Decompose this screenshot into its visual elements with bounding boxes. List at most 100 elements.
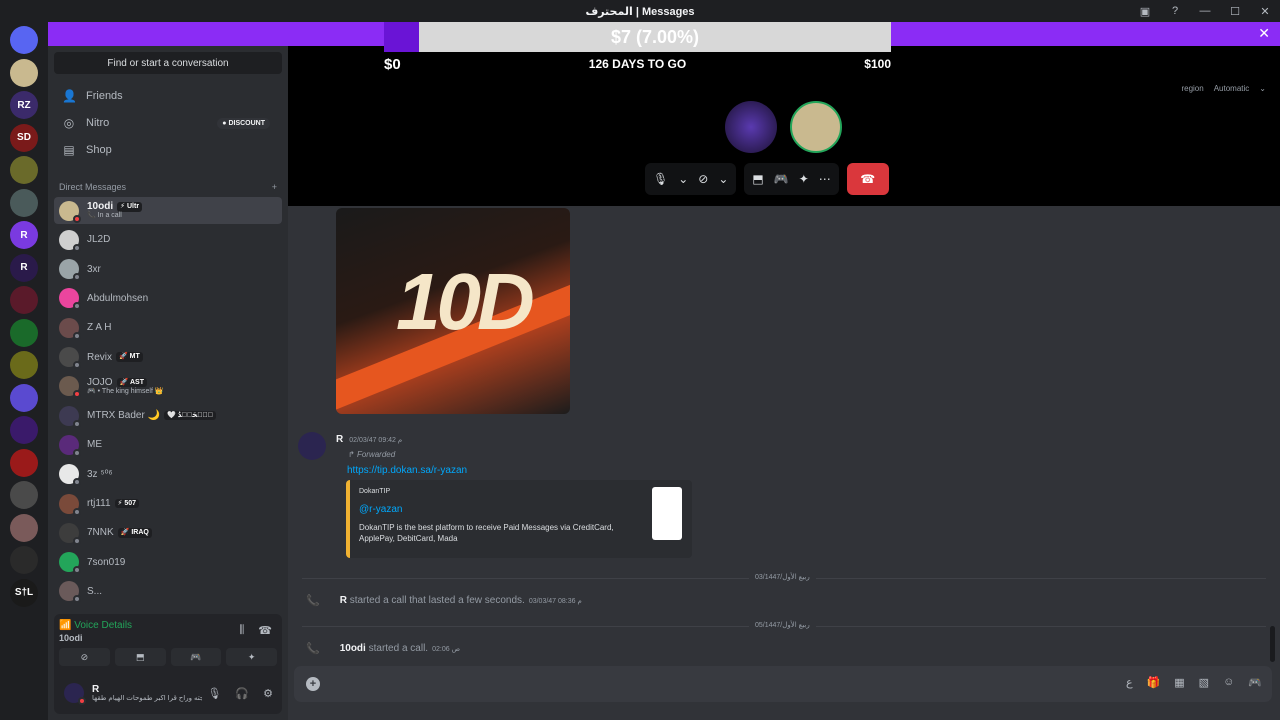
minimize-button[interactable]: —	[1190, 5, 1220, 17]
server-icon[interactable]	[10, 156, 38, 184]
attachment-image[interactable]: 10D	[336, 208, 570, 414]
activity-icon[interactable]: 🎮	[774, 172, 789, 186]
dm-item[interactable]: JOJO 🚀 AST 🎮 • The king himself 👑	[54, 373, 282, 400]
status-indicator	[73, 361, 81, 369]
goal-progress-text: $7 (7.00%)	[419, 22, 891, 52]
close-window-button[interactable]: ✕	[1250, 5, 1280, 18]
screen-share-icon[interactable]: ⬒	[752, 172, 763, 186]
dm-item[interactable]: Revix 🚀 MT	[54, 344, 282, 371]
apps-icon[interactable]: 🎮	[1248, 676, 1262, 689]
server-icon[interactable]	[10, 58, 38, 87]
settings-gear-icon[interactable]: ⚙	[263, 687, 273, 700]
embed-title[interactable]: @r-yazan	[359, 504, 403, 515]
activity-button[interactable]: 🎮	[170, 648, 222, 666]
status-indicator	[73, 448, 81, 457]
server-icon[interactable]: SD	[10, 123, 38, 152]
disconnect-icon[interactable]: ☎	[258, 624, 272, 637]
mic-icon[interactable]: 🎙	[653, 172, 668, 186]
message-avatar[interactable]	[298, 432, 326, 460]
user-avatar[interactable]	[64, 683, 86, 705]
help-icon[interactable]: ?	[1160, 5, 1190, 17]
friends-icon: 👤	[62, 89, 77, 103]
goal-progress-fill	[384, 22, 419, 52]
nav-friends[interactable]: 👤 Friends	[54, 84, 282, 108]
server-icon[interactable]	[10, 383, 38, 412]
server-icon[interactable]: R	[10, 221, 38, 249]
dm-name: MTRX Bader 🌙	[87, 410, 161, 422]
status-indicator	[73, 419, 81, 428]
server-icon[interactable]	[10, 481, 38, 509]
user-panel: R من لقد حاجته وراح قرا اكبر طموحات الهي…	[59, 676, 277, 710]
gif-icon[interactable]: ▦	[1174, 676, 1184, 689]
server-icon[interactable]	[10, 318, 38, 347]
dm-name: JL2D	[87, 234, 111, 246]
server-icon[interactable]	[10, 546, 38, 574]
server-icon[interactable]: RZ	[10, 91, 38, 119]
camera-off-icon[interactable]: ⊘	[698, 172, 708, 186]
dm-name: ME	[87, 439, 102, 451]
screen-share-button[interactable]: ⬒	[114, 648, 166, 666]
sticker-icon[interactable]: ▧	[1199, 676, 1209, 689]
camera-off-button[interactable]: ⊘	[59, 648, 110, 666]
dm-item[interactable]: 3xr	[54, 256, 282, 283]
noise-suppression-icon[interactable]: ⫼	[239, 624, 244, 637]
find-conversation-button[interactable]: Find or start a conversation	[54, 52, 282, 74]
dm-item[interactable]: Abdulmohsen	[54, 285, 282, 312]
dm-name: rtj111	[87, 498, 111, 509]
server-icon[interactable]	[10, 351, 38, 379]
dm-name: Z A H	[87, 322, 112, 334]
nav-shop[interactable]: ▤ Shop	[54, 138, 282, 162]
server-icon[interactable]: S†L	[10, 578, 38, 607]
server-icon[interactable]	[10, 416, 38, 444]
keyboard-icon[interactable]: ع	[1126, 676, 1133, 689]
dm-item[interactable]: Z A H	[54, 314, 282, 341]
dm-item[interactable]: rtj111 ⚡ 507	[54, 490, 282, 517]
emoji-icon[interactable]: ☺	[1223, 676, 1234, 689]
region-selector[interactable]: region Automatic ⌄	[1181, 84, 1266, 93]
dm-item[interactable]: ME	[54, 431, 282, 458]
phone-icon: 📞	[306, 643, 320, 655]
chevron-down-icon[interactable]: ⌄	[718, 172, 728, 186]
scrollbar[interactable]	[1270, 626, 1275, 662]
message-author[interactable]: R	[336, 434, 343, 445]
call-area: $7 (7.00%) $0 126 DAYS TO GO $100 region…	[288, 22, 1280, 206]
voice-details-link[interactable]: 📶 Voice Details	[59, 620, 132, 631]
avatar	[59, 347, 81, 369]
message-link[interactable]: https://tip.dokan.sa/r-yazan	[347, 465, 467, 476]
maximize-button[interactable]: ☐	[1220, 5, 1250, 18]
avatar	[59, 581, 81, 604]
dm-item[interactable]: S...	[54, 578, 282, 605]
server-icon[interactable]	[10, 513, 38, 542]
nav-nitro[interactable]: ◎ Nitro ● DISCOUNT	[54, 111, 282, 135]
soundboard-button[interactable]: ✦	[226, 648, 277, 666]
chevron-down-icon[interactable]: ⌄	[678, 172, 688, 186]
discord-home-icon[interactable]	[10, 26, 38, 54]
gift-icon[interactable]: 🎁	[1147, 676, 1161, 689]
server-icon[interactable]	[10, 448, 38, 477]
call-participant-tile[interactable]	[790, 101, 842, 153]
soundboard-icon[interactable]: ✦	[799, 172, 809, 186]
mic-icon[interactable]: 🎙	[207, 687, 221, 700]
embed-thumbnail[interactable]	[652, 487, 682, 540]
dm-tag: 🚀 IRAQ	[117, 527, 152, 538]
more-icon[interactable]: ⋯	[819, 172, 831, 186]
server-icon[interactable]	[10, 286, 38, 314]
forwarded-label: ↱ Forwarded	[348, 450, 396, 459]
dm-item[interactable]: JL2D	[54, 226, 282, 253]
dm-item[interactable]: 3z ⁵⁰⁶	[54, 461, 282, 488]
call-participant-tile[interactable]	[725, 101, 777, 153]
server-icon[interactable]	[10, 188, 38, 217]
dm-item[interactable]: 7son019	[54, 549, 282, 576]
dm-item[interactable]: 7NNK 🚀 IRAQ	[54, 519, 282, 546]
inbox-icon[interactable]: ▣	[1130, 5, 1160, 18]
add-attachment-icon[interactable]: +	[306, 677, 320, 691]
close-banner-icon[interactable]: ✕	[1258, 25, 1270, 42]
server-icon[interactable]: R	[10, 253, 38, 282]
hang-up-button[interactable]: ☎	[846, 163, 889, 195]
embed-description: DokanTIP is the best platform to receive…	[359, 523, 614, 544]
message-input[interactable]: + ع 🎁 ▦ ▧ ☺ 🎮	[294, 666, 1272, 702]
create-dm-icon[interactable]: +	[272, 182, 277, 192]
dm-item[interactable]: 10odi ⚡ Ultr 📞 In a call	[54, 197, 282, 224]
dm-item[interactable]: MTRX Bader 🌙 🤍 ٱلۡحَمۡدُ	[54, 402, 282, 429]
headphones-icon[interactable]: 🎧	[235, 687, 249, 700]
